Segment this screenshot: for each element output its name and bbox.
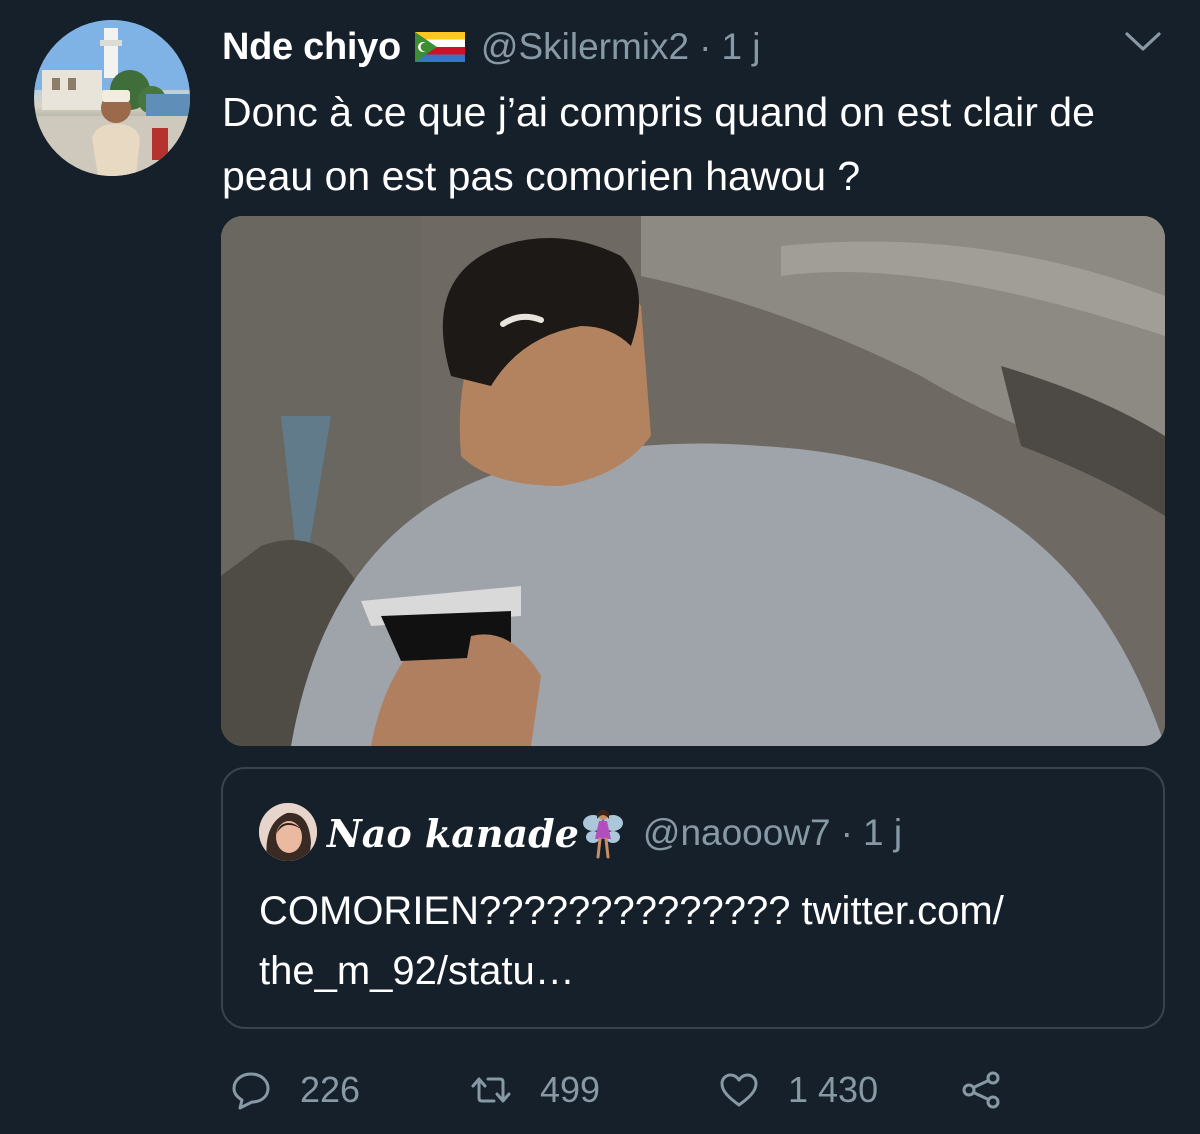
quoted-separator-dot: · [840,812,853,853]
quoted-timestamp[interactable]: 1 j [863,812,902,854]
quoted-author-avatar[interactable] [259,803,317,861]
heart-icon [718,1069,760,1111]
tweet-photo[interactable] [221,216,1165,746]
reply-icon [230,1069,272,1111]
separator-dot: · [699,26,712,67]
fairy-icon [581,805,625,861]
reply-count: 226 [300,1069,361,1110]
comoros-flag-icon [414,32,465,62]
reply-button[interactable]: 226 [230,1060,360,1120]
retweet-icon [470,1069,512,1111]
author-handle[interactable]: @Skilermix2 [481,26,689,68]
tweet-actions-bar: 226 499 1 430 [0,1060,1200,1120]
chevron-down-icon[interactable] [1124,30,1162,54]
share-button[interactable] [960,1060,1002,1120]
quoted-handle[interactable]: @naooow7 [643,812,831,854]
like-button[interactable]: 1 430 [718,1060,878,1120]
author-avatar[interactable] [34,20,190,176]
tweet-card[interactable]: Nde chiyo @Skilermix2 · 1 j Donc à ce qu… [0,0,1200,1134]
like-count: 1 430 [788,1069,879,1110]
quoted-text: COMORIEN?????????????? twitter.com/ the_… [259,889,1004,993]
tweet-timestamp[interactable]: 1 j [721,26,760,68]
quoted-tweet[interactable]: Nao kanade @naooow7 · 1 j COMORIEN??????… [221,767,1165,1029]
author-display-name[interactable]: Nde chiyo [222,26,401,69]
retweet-count: 499 [540,1069,601,1110]
quoted-display-name[interactable]: Nao kanade [327,811,579,856]
retweet-button[interactable]: 499 [470,1060,600,1120]
share-icon [960,1069,1002,1111]
tweet-text: Donc à ce que j’ai compris quand on est … [222,89,1095,199]
